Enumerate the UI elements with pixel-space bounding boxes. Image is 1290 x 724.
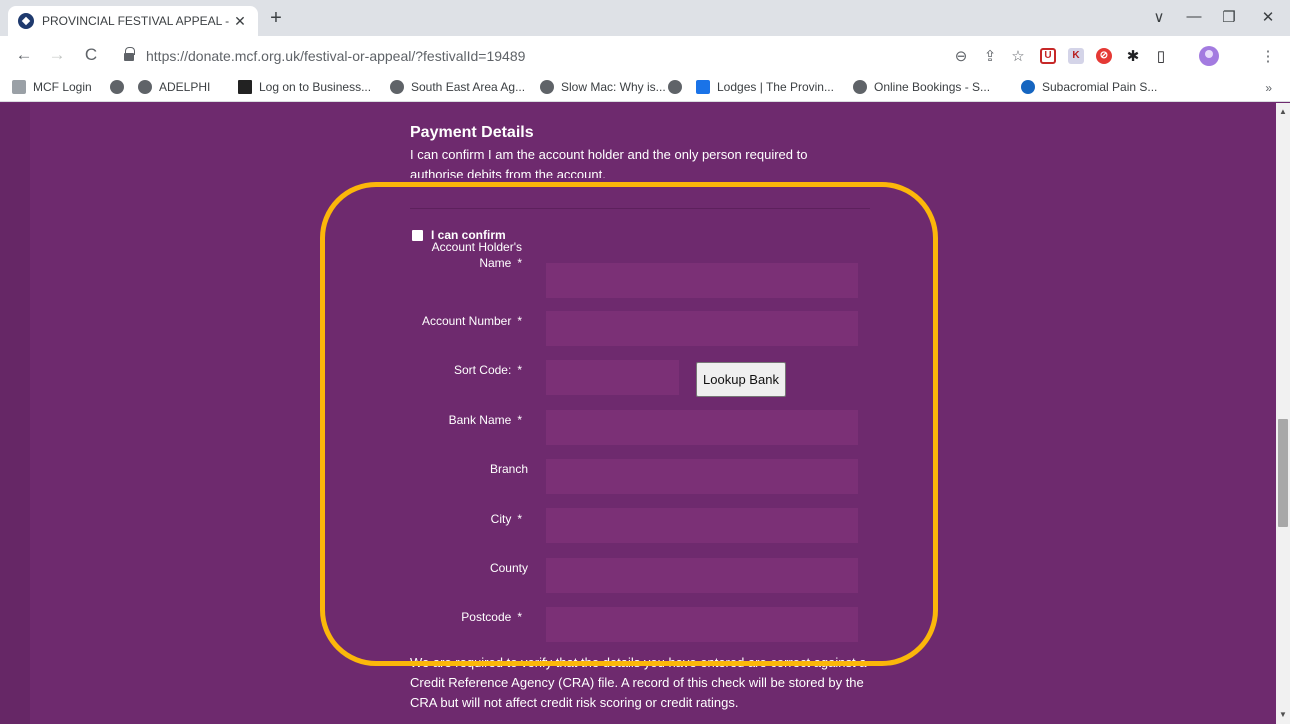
bookmark-label: Lodges | The Provin...	[717, 80, 834, 94]
bookmark-globe[interactable]	[110, 80, 131, 94]
site-favicon-icon	[18, 13, 34, 29]
minimize-button[interactable]: —	[1184, 8, 1204, 25]
field-label-text: County	[489, 561, 528, 575]
page-content: Payment Details I can confirm I am the a…	[0, 103, 1276, 724]
zoom-icon[interactable]: ⊖	[951, 47, 971, 65]
block-extension-icon[interactable]: ⊘	[1096, 48, 1112, 64]
field-label-text: Account Holder's Name	[431, 240, 522, 270]
bookmark-lodges[interactable]: Lodges | The Provin...	[696, 80, 834, 94]
back-button[interactable]: ←	[13, 45, 35, 65]
branch-input[interactable]	[546, 459, 858, 494]
scroll-down-arrow-icon[interactable]: ▼	[1276, 708, 1290, 722]
restore-button[interactable]: ❐	[1219, 8, 1239, 26]
globe-icon	[110, 80, 124, 94]
page-left-shade	[0, 103, 30, 724]
reload-button[interactable]: C	[80, 45, 102, 65]
bookmark-business[interactable]: Log on to Business...	[238, 80, 371, 94]
globe-icon	[853, 80, 867, 94]
field-label-text: Bank Name	[448, 413, 512, 427]
business-icon	[238, 80, 252, 94]
payment-section: Payment Details I can confirm I am the a…	[400, 103, 880, 724]
required-marker: *	[517, 512, 522, 526]
globe-icon	[138, 80, 152, 94]
forward-button[interactable]: →	[46, 45, 68, 65]
field-label-text: Branch	[489, 462, 528, 476]
tab-festival-appeal[interactable]: PROVINCIAL FESTIVAL APPEAL - ✕	[8, 6, 258, 36]
bank-name-label: Bank Name *	[449, 412, 522, 428]
globe-icon	[390, 80, 404, 94]
ublock-extension-icon[interactable]: U	[1040, 48, 1056, 64]
required-marker: *	[517, 610, 522, 624]
sort-code-input[interactable]	[546, 360, 679, 395]
required-marker: *	[517, 256, 522, 270]
globe-icon	[540, 80, 554, 94]
bookmark-star-icon[interactable]: ☆	[1008, 47, 1028, 65]
required-marker: *	[517, 413, 522, 427]
bookmark-globe-2[interactable]	[668, 80, 689, 94]
postcode-input[interactable]	[546, 607, 858, 642]
bookmark-adelphi[interactable]: ADELPHI	[138, 80, 210, 94]
k-extension-icon[interactable]: K	[1068, 48, 1084, 64]
bookmark-mcf-login[interactable]: MCF Login	[12, 80, 92, 94]
account-holder-label: Account Holder's Name *	[412, 239, 522, 271]
scrollbar-thumb[interactable]	[1278, 419, 1288, 527]
field-label-text: Sort Code:	[453, 363, 512, 377]
account-holder-input[interactable]	[546, 263, 858, 298]
required-marker: *	[517, 363, 522, 377]
bookmark-label: ADELPHI	[159, 80, 211, 94]
share-icon[interactable]: ⇪	[980, 47, 1000, 65]
city-label: City *	[491, 511, 522, 527]
url-text: https://donate.mcf.org.uk/festival-or-ap…	[146, 48, 526, 64]
bookmark-subacromial[interactable]: Subacromial Pain S...	[1021, 80, 1157, 94]
bookmark-label: Log on to Business...	[259, 80, 372, 94]
payment-description: I can confirm I am the account holder an…	[410, 147, 808, 178]
bookmark-label: South East Area Ag...	[411, 80, 526, 94]
side-panel-icon[interactable]: ▯	[1151, 47, 1171, 65]
county-label: County	[490, 560, 528, 576]
bookmarks-overflow-icon[interactable]: »	[1265, 81, 1272, 95]
browser-toolbar: ← → C https://donate.mcf.org.uk/festival…	[0, 36, 1290, 76]
new-tab-button[interactable]: +	[264, 7, 288, 31]
globe-icon	[668, 80, 682, 94]
account-number-input[interactable]	[546, 311, 858, 346]
ccs-icon	[696, 80, 710, 94]
close-window-button[interactable]: ✕	[1258, 8, 1278, 26]
branch-label: Branch	[490, 461, 528, 477]
bookmark-online-bookings[interactable]: Online Bookings - S...	[853, 80, 990, 94]
bookmark-slow-mac[interactable]: Slow Mac: Why is...	[540, 80, 666, 94]
field-label-text: City	[490, 512, 512, 526]
county-input[interactable]	[546, 558, 858, 593]
extensions-puzzle-icon[interactable]: ✱	[1123, 47, 1143, 65]
bookmark-south-east[interactable]: South East Area Ag...	[390, 80, 525, 94]
tab-close-icon[interactable]: ✕	[232, 13, 248, 30]
mcf-icon	[12, 80, 26, 94]
payment-title: Payment Details	[410, 124, 534, 141]
cra-verification-text: We are required to verify that the detai…	[410, 655, 867, 710]
tab-title: PROVINCIAL FESTIVAL APPEAL -	[42, 14, 230, 28]
sort-code-label: Sort Code: *	[454, 362, 522, 378]
field-label-text: Postcode	[461, 610, 512, 624]
bookmark-label: MCF Login	[33, 80, 92, 94]
globe-blue-icon	[1021, 80, 1035, 94]
bookmark-label: Subacromial Pain S...	[1042, 80, 1158, 94]
bookmark-label: Online Bookings - S...	[874, 80, 991, 94]
bookmark-label: Slow Mac: Why is...	[561, 80, 666, 94]
account-number-label: Account Number *	[422, 313, 522, 329]
address-bar[interactable]: https://donate.mcf.org.uk/festival-or-ap…	[110, 41, 942, 71]
field-label-text: Account Number	[421, 314, 512, 328]
lookup-bank-button[interactable]: Lookup Bank	[696, 362, 786, 397]
postcode-label: Postcode *	[461, 609, 522, 625]
bookmarks-bar: MCF Login ADELPHI Log on to Business... …	[0, 76, 1290, 102]
profile-avatar[interactable]	[1199, 46, 1219, 66]
page-scrollbar[interactable]: ▲ ▼	[1276, 103, 1290, 724]
city-input[interactable]	[546, 508, 858, 543]
tab-strip: PROVINCIAL FESTIVAL APPEAL - ✕ + ∨ — ❐ ✕	[0, 0, 1290, 36]
browser-menu-icon[interactable]: ⋮	[1258, 47, 1278, 65]
scroll-up-arrow-icon[interactable]: ▲	[1276, 105, 1290, 119]
tab-search-chevron-icon[interactable]: ∨	[1149, 8, 1169, 26]
section-divider	[410, 208, 870, 209]
required-marker: *	[517, 314, 522, 328]
bank-name-input[interactable]	[546, 410, 858, 445]
lock-icon	[124, 46, 135, 62]
